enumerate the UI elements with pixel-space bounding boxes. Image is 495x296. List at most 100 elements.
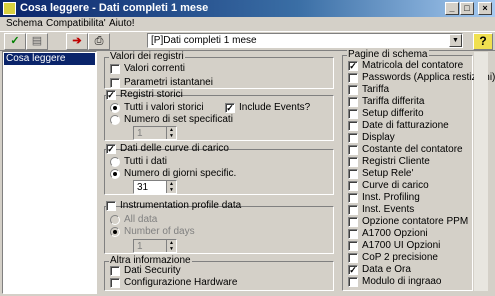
checkbox[interactable]: [348, 85, 358, 95]
group-altra-informazione: Altra informazione Dati Security Configu…: [104, 255, 334, 291]
radio-label: All data: [124, 214, 158, 225]
radio[interactable]: [110, 157, 120, 167]
checkbox-label: Modulo di ingraao: [362, 276, 442, 287]
checkbox-label: Registri Cliente: [362, 156, 430, 167]
radio-label: Tutti i valori storici: [124, 102, 204, 113]
radio-label: Numero di set specificati: [124, 114, 233, 125]
check-icon[interactable]: ✓: [4, 33, 26, 50]
group-registri-storici: ✓ Registri storici Tutti i valori storic…: [104, 89, 334, 141]
spin-arrows-icon[interactable]: ▲ ▼: [166, 181, 176, 193]
checkbox[interactable]: ✓: [348, 61, 358, 71]
checkbox-label: Registri storici: [120, 89, 183, 100]
stepper-value: 31: [137, 182, 149, 193]
checkbox-label: Include Events?: [239, 102, 311, 113]
checkbox[interactable]: [110, 78, 120, 88]
checkbox[interactable]: [348, 73, 358, 83]
checkbox[interactable]: [348, 229, 358, 239]
checkbox-label: Tariffa differita: [362, 96, 425, 107]
stepper-instrumentation-days[interactable]: 1 ▲ ▼: [133, 239, 177, 253]
menu-bar: Schema Compatibilita' Aiuto!: [0, 17, 495, 31]
checkbox-curve-carico[interactable]: ✓ Dati delle curve di carico: [106, 143, 229, 155]
stepper-value: 1: [137, 241, 143, 252]
checkbox[interactable]: [110, 278, 120, 288]
radio[interactable]: [110, 115, 120, 125]
checkbox-label: Date di fatturazione: [362, 120, 449, 131]
checkbox[interactable]: [348, 205, 358, 215]
checkbox-label: A1700 Opzioni: [362, 228, 428, 239]
profile-select-value: [P]Dati completi 1 mese: [151, 35, 257, 46]
checkbox-label: Curve di carico: [362, 180, 429, 191]
menu-compatibilita[interactable]: Compatibilita': [46, 18, 106, 29]
radio[interactable]: [110, 215, 120, 225]
checkbox-label: Inst. Events: [362, 204, 415, 215]
checkbox-instrumentation[interactable]: Instrumentation profile data: [106, 200, 241, 212]
checkbox[interactable]: [348, 109, 358, 119]
checkbox[interactable]: [348, 241, 358, 251]
checkbox[interactable]: [348, 217, 358, 227]
checkbox[interactable]: ✓: [348, 265, 358, 275]
arrow-right-icon[interactable]: ➔: [66, 33, 88, 50]
checkbox[interactable]: [348, 97, 358, 107]
scrollbar[interactable]: [474, 52, 488, 291]
checkbox[interactable]: [106, 201, 116, 211]
radio-label: Number of days: [124, 226, 195, 237]
checkbox[interactable]: ✓: [225, 103, 235, 113]
spin-arrows-icon[interactable]: ▲ ▼: [166, 127, 176, 139]
checkbox-label: CoP 2 precisione: [362, 252, 438, 263]
profile-select[interactable]: [P]Dati completi 1 mese ▼: [147, 33, 463, 48]
save-icon[interactable]: ▤: [26, 33, 48, 50]
sidebar-item-cosa-leggere[interactable]: Cosa leggere: [4, 53, 95, 65]
radio[interactable]: [110, 227, 120, 237]
stepper-set-count[interactable]: 1 ▲ ▼: [133, 126, 177, 140]
close-icon[interactable]: ×: [478, 2, 492, 15]
group-title: Valori dei registri: [109, 51, 185, 63]
checkbox-label: Instrumentation profile data: [120, 200, 242, 211]
checkbox[interactable]: ✓: [106, 90, 116, 100]
content-panel: Valori dei registri Valori correnti Para…: [100, 49, 495, 294]
maximize-icon[interactable]: □: [460, 2, 474, 15]
checkbox[interactable]: [348, 253, 358, 263]
checkbox[interactable]: [110, 64, 120, 74]
checkbox-label: Costante del contatore: [362, 144, 463, 155]
checkbox-label: Configurazione Hardware: [124, 277, 238, 288]
group-curve-carico: ✓ Dati delle curve di carico Tutti i dat…: [104, 143, 334, 195]
main-window: Cosa leggere - Dati completi 1 mese _ □ …: [0, 0, 495, 296]
checkbox-label: Inst. Profiling: [362, 192, 420, 203]
checkbox-label: A1700 UI Opzioni: [362, 240, 441, 251]
checkbox-label: Valori correnti: [124, 63, 185, 74]
checkbox[interactable]: [348, 121, 358, 131]
printer-icon[interactable]: ⎙: [88, 33, 110, 50]
window-title: Cosa leggere - Dati completi 1 mese: [20, 2, 209, 14]
checkbox[interactable]: [348, 157, 358, 167]
checkbox-label: Dati Security: [124, 265, 181, 276]
checkbox[interactable]: [348, 277, 358, 287]
checkbox[interactable]: [110, 266, 120, 276]
radio[interactable]: [110, 103, 120, 113]
group-pagine-schema: Pagine di schema ✓ Matricola del contator…: [342, 49, 495, 291]
checkbox[interactable]: [348, 133, 358, 143]
checkbox-label: Tariffa: [362, 84, 390, 95]
stepper-value: 1: [137, 128, 143, 139]
radio[interactable]: [110, 169, 120, 179]
spin-arrows-icon[interactable]: ▲ ▼: [166, 240, 176, 252]
stepper-days[interactable]: 31 ▲ ▼: [133, 180, 177, 194]
checkbox-registri-storici[interactable]: ✓ Registri storici: [106, 89, 183, 101]
menu-aiuto[interactable]: Aiuto!: [109, 18, 135, 29]
app-icon: [3, 2, 16, 15]
radio-label: Tutti i dati: [124, 156, 167, 167]
checkbox[interactable]: [348, 193, 358, 203]
checkbox[interactable]: ✓: [106, 144, 116, 154]
checkbox[interactable]: [348, 169, 358, 179]
toolbar: ✓ ▤ ➔ ⎙ [P]Dati completi 1 mese ▼ ?: [0, 31, 495, 51]
menu-schema[interactable]: Schema: [6, 18, 43, 29]
title-bar: Cosa leggere - Dati completi 1 mese _ □ …: [0, 0, 495, 17]
checkbox-label: Setup differito: [362, 108, 424, 119]
radio-label: Numero di giorni specific.: [124, 168, 237, 179]
minimize-icon[interactable]: _: [445, 2, 459, 15]
checkbox[interactable]: [348, 145, 358, 155]
checkbox-label: Display: [362, 132, 395, 143]
help-button[interactable]: ?: [473, 33, 493, 50]
chevron-down-icon[interactable]: ▼: [449, 34, 462, 47]
checkbox[interactable]: [348, 181, 358, 191]
checkbox-label: Setup Rele': [362, 168, 414, 179]
